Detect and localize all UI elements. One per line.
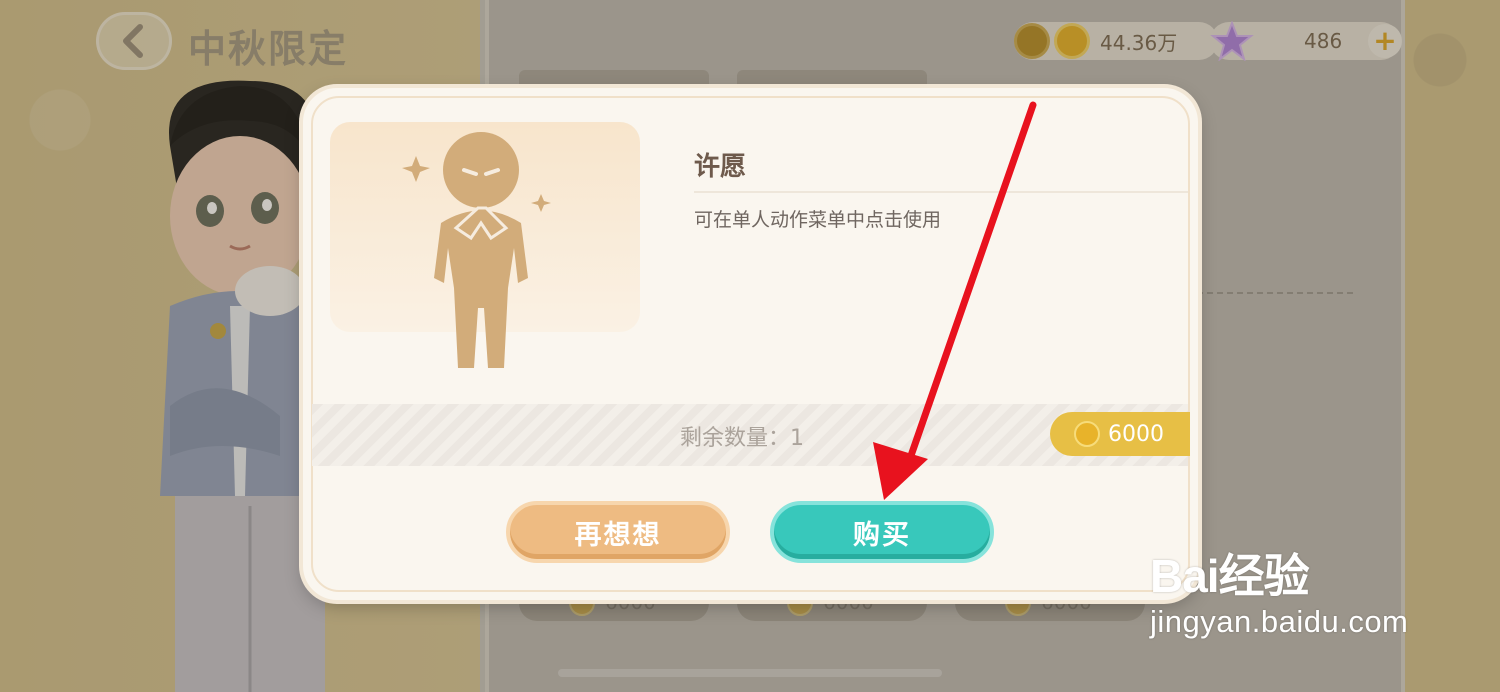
watermark-logo: Bai经验 <box>1150 550 1310 602</box>
coin-icon <box>1074 421 1100 447</box>
wish-emote-icon <box>402 132 551 368</box>
stock-remaining: 剩余数量：1 <box>680 426 804 451</box>
watermark: Bai经验 jingyan.baidu.com <box>1150 540 1408 640</box>
cancel-button[interactable]: 再想想 <box>506 501 730 563</box>
price-tag: 6000 <box>1050 412 1190 456</box>
home-indicator[interactable] <box>558 669 942 677</box>
watermark-url: jingyan.baidu.com <box>1150 604 1409 639</box>
title-divider <box>694 191 1188 193</box>
item-name: 许愿 <box>694 152 747 182</box>
buy-button[interactable]: 购买 <box>770 501 994 563</box>
price-value: 6000 <box>1108 421 1164 447</box>
item-description: 可在单人动作菜单中点击使用 <box>694 209 942 231</box>
